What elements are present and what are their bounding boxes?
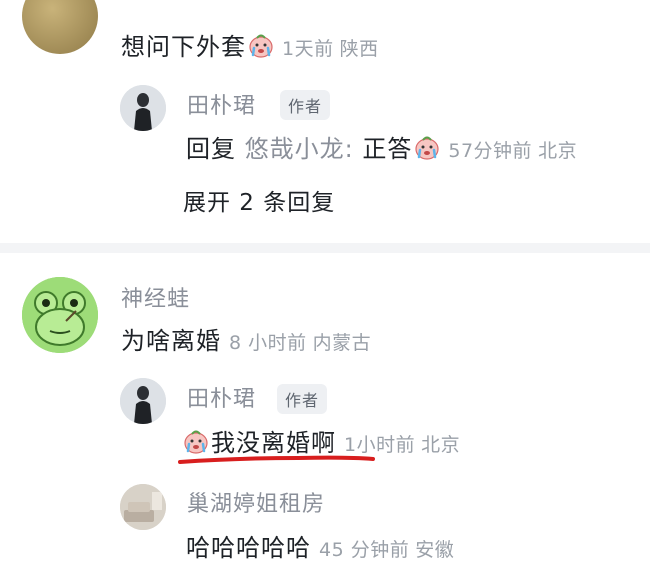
comment-text: 想问下外套 1天前 陕西: [121, 33, 379, 61]
author-avatar[interactable]: [120, 85, 166, 131]
person-silhouette-icon: [120, 378, 166, 424]
crying-face-icon: [415, 136, 439, 160]
reply-location: 北京: [421, 434, 461, 456]
frog-avatar-icon[interactable]: [22, 277, 98, 353]
reply-text: 我没离婚啊 1小时前 北京: [183, 423, 460, 458]
person-silhouette-icon: [120, 85, 166, 131]
reply-text: 哈哈哈哈哈 45 分钟前 安徽: [186, 534, 455, 562]
author-badge: 作者: [277, 384, 328, 414]
user-avatar[interactable]: [120, 484, 166, 530]
expand-replies-button[interactable]: 展开 2 条回复: [183, 183, 335, 217]
reply-author-name[interactable]: 巢湖婷姐租房: [187, 486, 325, 518]
crying-face-icon: [249, 34, 273, 58]
reply-time: 1小时前: [344, 434, 416, 456]
comment-time: 8 小时前: [229, 332, 307, 354]
reply-text: 回复 悠哉小龙: 正答 57分钟前 北京: [186, 135, 578, 163]
crying-face-icon: [184, 430, 208, 454]
comment-divider: [0, 243, 650, 253]
reply-location: 北京: [538, 140, 578, 162]
commenter-avatar[interactable]: [22, 0, 98, 54]
reply-time: 45 分钟前: [319, 539, 410, 561]
author-avatar[interactable]: [120, 378, 166, 424]
author-badge: 作者: [280, 90, 331, 120]
reply-author-name[interactable]: 田朴珺: [187, 381, 256, 413]
comment-location: 陕西: [339, 38, 379, 60]
reply-time: 57分钟前: [448, 140, 533, 162]
comment-location: 内蒙古: [312, 332, 372, 354]
comment-text: 为啥离婚 8 小时前 内蒙古: [121, 327, 372, 355]
reply-author-name[interactable]: 田朴珺: [187, 88, 256, 120]
red-underline-annotation: [178, 455, 375, 464]
room-photo-icon: [120, 484, 166, 530]
comment-time: 1天前: [282, 38, 334, 60]
reply-target-name[interactable]: 悠哉小龙:: [245, 135, 354, 163]
reply-location: 安徽: [415, 539, 455, 561]
commenter-name[interactable]: 神经蛙: [121, 281, 190, 313]
